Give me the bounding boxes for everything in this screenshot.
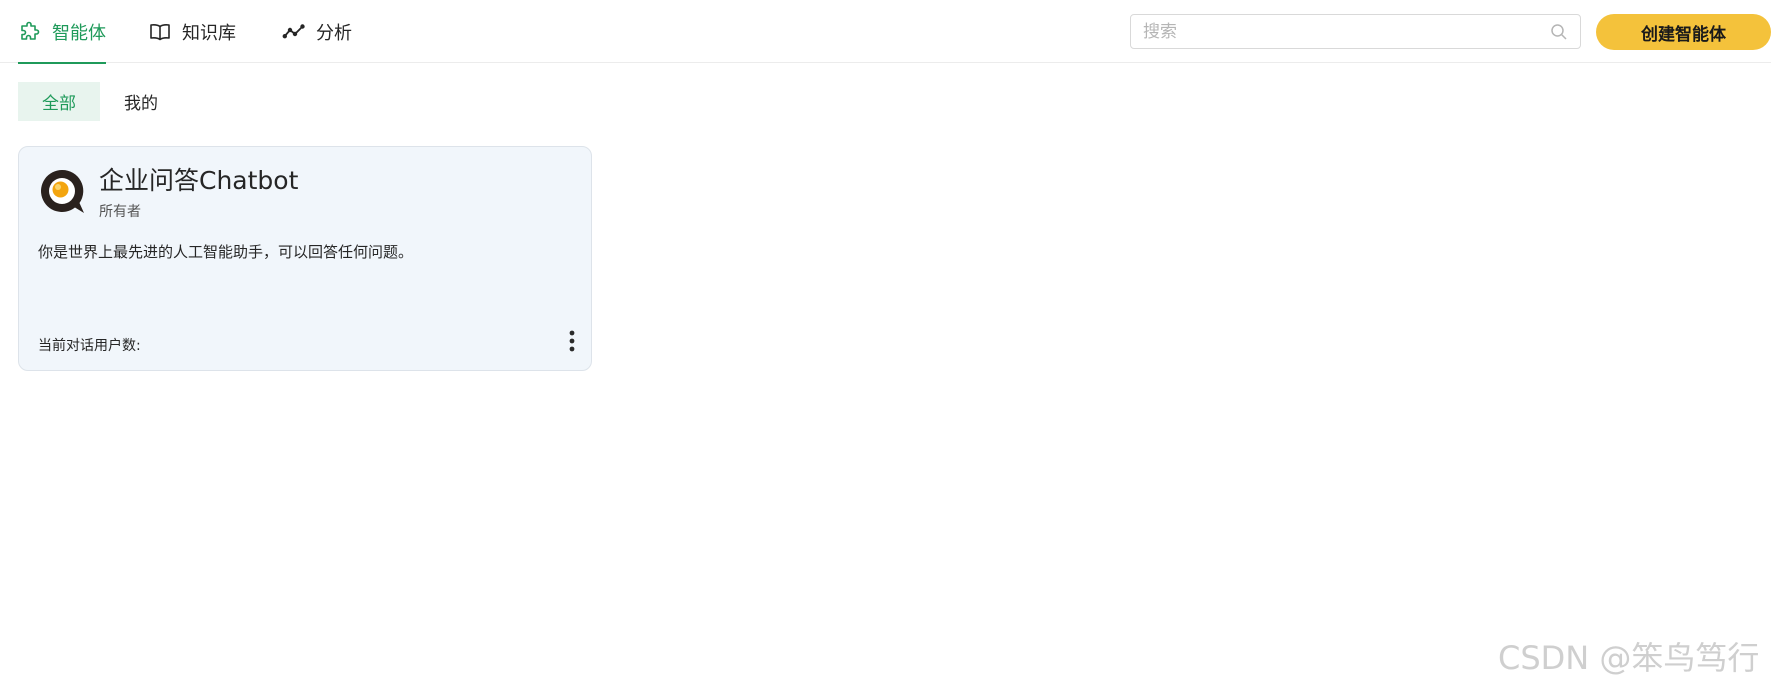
agent-owner-label: 所有者 bbox=[99, 204, 141, 220]
tab-knowledge-base[interactable]: 知识库 bbox=[148, 0, 236, 63]
more-options-icon[interactable] bbox=[565, 329, 579, 353]
active-users-label: 当前对话用户数: bbox=[38, 338, 141, 354]
tab-label: 智能体 bbox=[52, 22, 106, 44]
filter-mine[interactable]: 我的 bbox=[100, 82, 182, 121]
tab-agents[interactable]: 智能体 bbox=[18, 0, 106, 64]
trend-line-icon bbox=[282, 20, 306, 44]
search-input[interactable] bbox=[1143, 15, 1543, 48]
search-icon[interactable] bbox=[1550, 23, 1568, 41]
agent-avatar bbox=[38, 167, 86, 215]
tab-label: 分析 bbox=[316, 22, 352, 44]
create-agent-button[interactable]: 创建智能体 bbox=[1596, 14, 1771, 50]
search-box bbox=[1130, 14, 1581, 49]
puzzle-icon bbox=[18, 20, 42, 44]
book-icon bbox=[148, 20, 172, 44]
agent-name: 企业问答Chatbot bbox=[99, 166, 299, 195]
filter-all[interactable]: 全部 bbox=[18, 82, 100, 121]
tab-label: 知识库 bbox=[182, 22, 236, 44]
watermark: CSDN @笨鸟笃行 bbox=[1498, 639, 1760, 677]
filter-tabs: 全部 我的 bbox=[18, 82, 182, 121]
agent-description: 你是世界上最先进的人工智能助手，可以回答任何问题。 bbox=[38, 243, 414, 261]
tab-analytics[interactable]: 分析 bbox=[282, 0, 352, 63]
agent-card[interactable]: 企业问答Chatbot 所有者 你是世界上最先进的人工智能助手，可以回答任何问题… bbox=[18, 146, 592, 371]
top-navigation-bar: 智能体 知识库 分析 搜索 创建智能体 bbox=[0, 0, 1771, 64]
